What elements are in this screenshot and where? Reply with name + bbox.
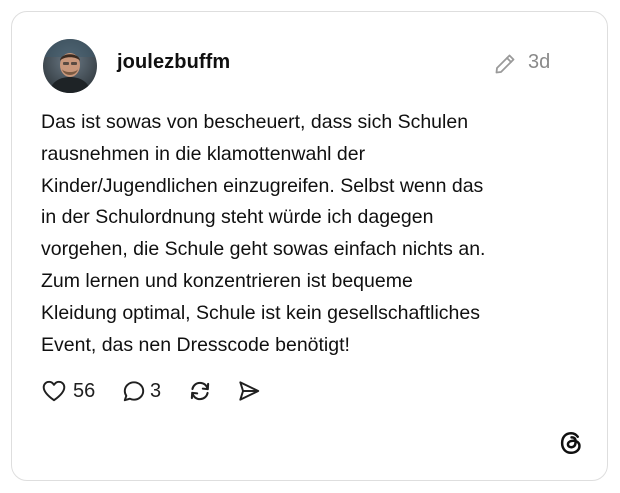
pencil-icon[interactable]: [493, 52, 517, 76]
post-text: Das ist sowas von bescheuert, dass sich …: [41, 111, 486, 356]
speech-bubble-icon: [123, 381, 145, 402]
send-icon: [239, 381, 260, 401]
reply-button[interactable]: 3: [121, 378, 161, 404]
avatar-image: [43, 39, 97, 93]
heart-icon: [42, 380, 66, 402]
threads-logo[interactable]: [558, 430, 584, 456]
repost-icon: [190, 381, 210, 401]
like-button[interactable]: 56: [41, 378, 95, 404]
post-timestamp: 3d: [528, 51, 551, 73]
reply-count: 3: [150, 379, 162, 402]
username[interactable]: joulezbuffm: [117, 51, 230, 74]
like-count: 56: [73, 379, 96, 402]
repost-button[interactable]: [187, 378, 213, 404]
post-card: joulezbuffm 3d Das ist sowas von bescheu…: [11, 11, 608, 481]
share-button[interactable]: [236, 378, 262, 404]
avatar[interactable]: [43, 39, 97, 93]
